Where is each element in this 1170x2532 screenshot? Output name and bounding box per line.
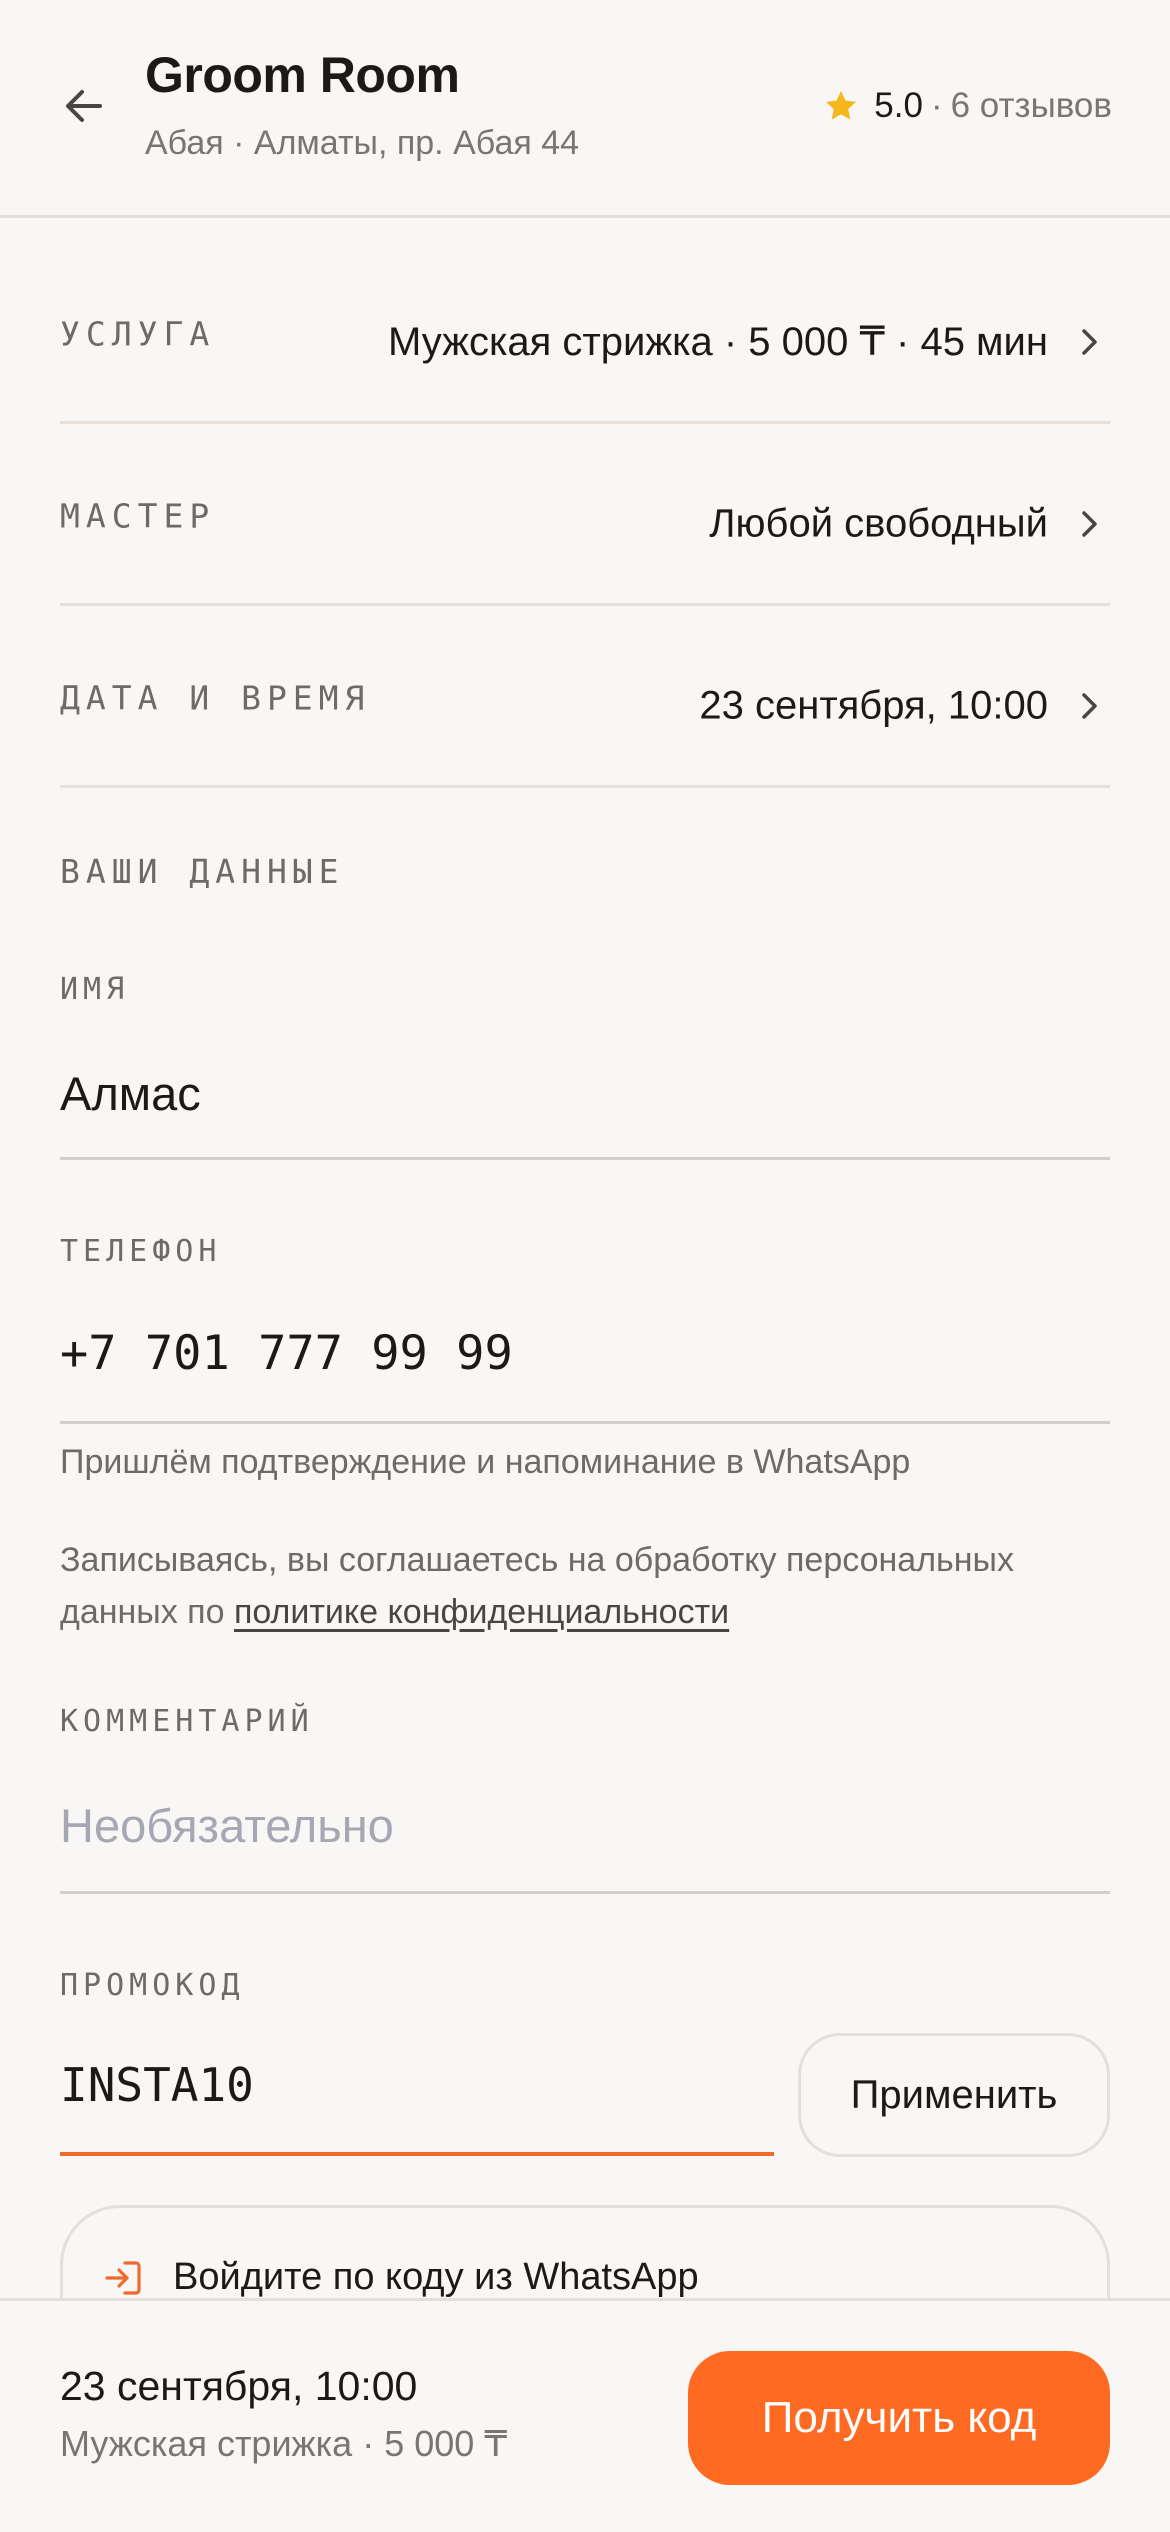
login-icon xyxy=(105,2261,141,2295)
rating-score: 5.0 xyxy=(874,86,923,125)
comment-label: КОММЕНТАРИЙ xyxy=(60,1704,314,1739)
comment-placeholder: Необязательно xyxy=(60,1799,394,1852)
summary-service: Мужская стрижка · 5 000 ₸ xyxy=(60,2423,508,2464)
privacy-policy-link[interactable]: политике конфиденциальности xyxy=(234,1593,729,1631)
chevron-right-icon xyxy=(1082,511,1097,537)
datetime-value: 23 сентября, 10:00 xyxy=(699,683,1048,728)
phone-value: +7 701 777 99 99 xyxy=(60,1326,513,1381)
datetime-row[interactable]: ДАТА И ВРЕМЯ 23 сентября, 10:00 xyxy=(60,606,1110,788)
promo-value: INSTA10 xyxy=(60,2058,254,2112)
comment-field[interactable]: Необязательно xyxy=(60,1772,1110,1894)
master-label: МАСТЕР xyxy=(60,496,216,536)
service-value: Мужская стрижка · 5 000 ₸ · 45 мин xyxy=(388,320,1048,364)
star-icon xyxy=(826,90,857,120)
consent-text: Записываясь, вы соглашаетесь на обработк… xyxy=(60,1534,1110,1638)
name-label: ИМЯ xyxy=(60,972,130,1007)
promo-field[interactable]: INSTA10 xyxy=(60,2036,774,2156)
promo-label: ПРОМОКОД xyxy=(60,1968,245,2003)
datetime-label: ДАТА И ВРЕМЯ xyxy=(60,678,371,718)
header: Groom Room Абая · Алматы, пр. Абая 44 5.… xyxy=(0,0,1170,218)
master-value: Любой свободный xyxy=(709,501,1048,546)
master-row[interactable]: МАСТЕР Любой свободный xyxy=(60,424,1110,606)
rating[interactable]: 5.0 · 6 отзывов xyxy=(822,86,1112,126)
phone-label: ТЕЛЕФОН xyxy=(60,1234,222,1269)
apply-promo-button[interactable]: Применить xyxy=(798,2033,1110,2157)
rating-separator: · xyxy=(930,86,943,125)
phone-field[interactable]: +7 701 777 99 99 xyxy=(60,1302,1110,1424)
your-data-title: ВАШИ ДАННЫЕ xyxy=(60,852,345,891)
service-label: УСЛУГА xyxy=(60,314,216,354)
phone-hint: Пришлём подтверждение и напоминание в Wh… xyxy=(60,1443,911,1481)
reviews-count: 6 отзывов xyxy=(950,86,1112,125)
whatsapp-login-label: Войдите по коду из WhatsApp xyxy=(173,2256,699,2298)
arrow-left-icon xyxy=(66,90,102,122)
name-field[interactable]: Алмас xyxy=(60,1040,1110,1160)
salon-address: Абая · Алматы, пр. Абая 44 xyxy=(145,124,580,162)
chevron-right-icon xyxy=(1082,693,1097,719)
back-button[interactable] xyxy=(58,80,110,132)
bottom-bar: 23 сентября, 10:00 Мужская стрижка · 5 0… xyxy=(0,2298,1170,2532)
name-value: Алмас xyxy=(60,1067,201,1120)
salon-title: Groom Room xyxy=(145,47,460,103)
chevron-right-icon xyxy=(1082,329,1097,355)
get-code-button[interactable]: Получить код xyxy=(688,2351,1110,2485)
summary-datetime: 23 сентября, 10:00 xyxy=(60,2363,418,2409)
service-row[interactable]: УСЛУГА Мужская стрижка · 5 000 ₸ · 45 ми… xyxy=(60,242,1110,424)
